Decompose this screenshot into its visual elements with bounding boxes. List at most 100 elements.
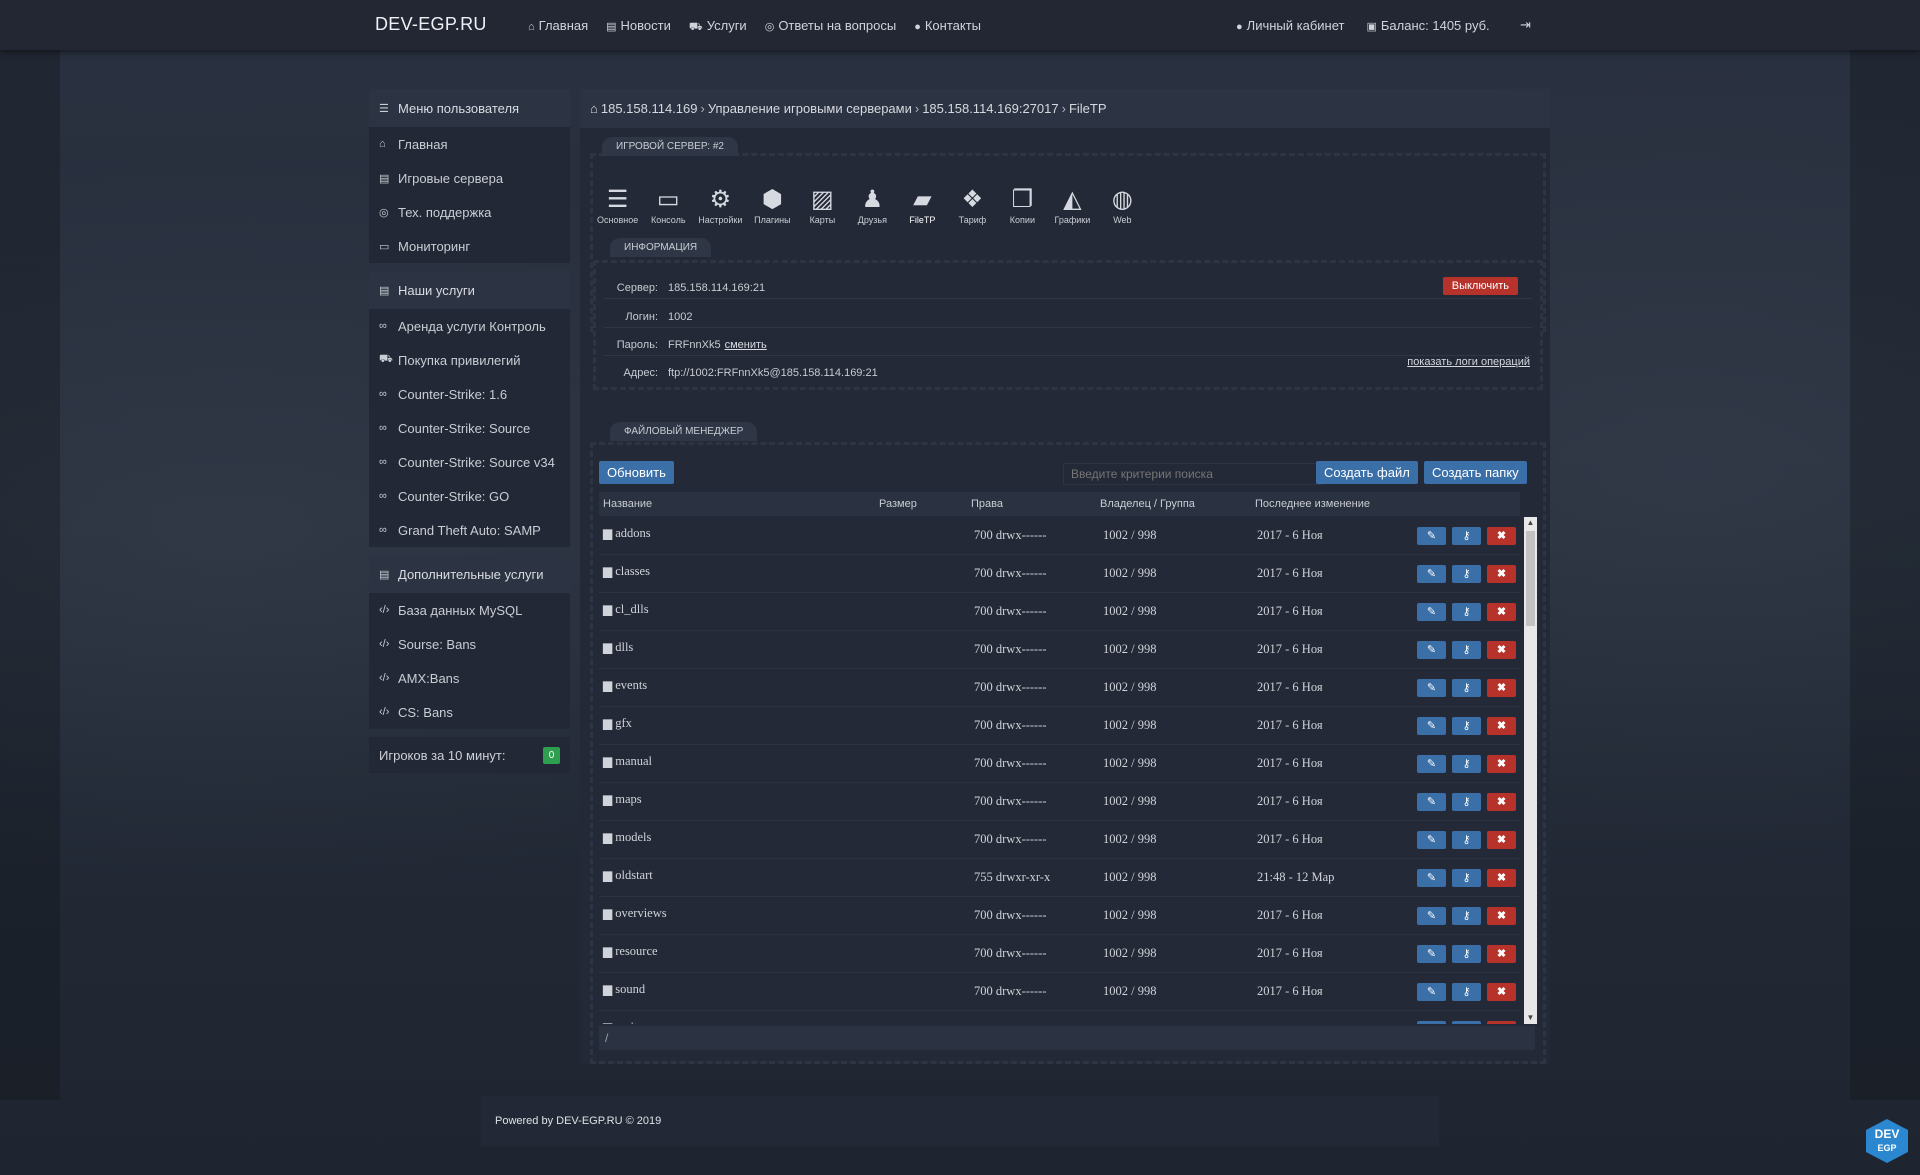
edit-button[interactable]: ✎ xyxy=(1417,1020,1446,1024)
file-name-cell[interactable]: ▆ addons xyxy=(603,526,651,541)
column-header[interactable]: Размер xyxy=(879,498,917,510)
table-row[interactable]: ▆ classes 700 drwx------ 1002 / 998 2017 - 6… xyxy=(599,555,1520,593)
home-icon[interactable]: ⌂ xyxy=(590,101,598,116)
edit-button[interactable]: ✎ xyxy=(1417,982,1446,1001)
sidebar-item-service[interactable]: ∞ Аренда услуги Контроль xyxy=(369,309,570,343)
permissions-button[interactable]: ⚷ xyxy=(1452,716,1481,735)
tool-tariff[interactable]: ❖ Тариф xyxy=(947,185,997,225)
permissions-button[interactable]: ⚷ xyxy=(1452,982,1481,1001)
show-logs-link[interactable]: показать логи операций xyxy=(1407,356,1530,368)
breadcrumb-item[interactable]: 185.158.114.169 xyxy=(601,101,698,116)
edit-button[interactable]: ✎ xyxy=(1417,678,1446,697)
table-row[interactable]: ▆ gfx 700 drwx------ 1002 / 998 2017 - 6 Ноя… xyxy=(599,707,1520,745)
create-folder-button[interactable]: Создать папку xyxy=(1424,461,1527,484)
edit-button[interactable]: ✎ xyxy=(1417,868,1446,887)
table-row[interactable]: ▆ models 700 drwx------ 1002 / 998 2017 - 6 … xyxy=(599,821,1520,859)
table-row[interactable]: ▆ maps 700 drwx------ 1002 / 998 2017 - 6 Но… xyxy=(599,783,1520,821)
permissions-button[interactable]: ⚷ xyxy=(1452,678,1481,697)
file-name-cell[interactable]: ▆ overviews xyxy=(603,906,667,921)
permissions-button[interactable]: ⚷ xyxy=(1452,792,1481,811)
delete-button[interactable]: ✖ xyxy=(1487,716,1516,735)
file-name-cell[interactable]: ▆ manual xyxy=(603,754,652,769)
sidebar-item-support[interactable]: ◎ Тех. поддержка xyxy=(369,195,570,229)
permissions-button[interactable]: ⚷ xyxy=(1452,906,1481,925)
nav-services[interactable]: ⛟ Услуги xyxy=(689,18,747,35)
table-row[interactable]: ▆ addons 700 drwx------ 1002 / 998 2017 - 6 … xyxy=(599,517,1520,555)
file-name-cell[interactable]: ▆ events xyxy=(603,678,647,693)
permissions-button[interactable]: ⚷ xyxy=(1452,944,1481,963)
table-row[interactable]: ▆ cl_dlls 700 drwx------ 1002 / 998 2017 - 6… xyxy=(599,593,1520,631)
file-name-cell[interactable]: ▆ classes xyxy=(603,564,650,579)
tool-backups[interactable]: ❐ Копии xyxy=(997,185,1047,225)
file-name-cell[interactable]: ▆ sound xyxy=(603,982,645,997)
scrollbar[interactable]: ▲ ▼ xyxy=(1524,517,1537,1024)
file-name-cell[interactable]: ▆ oldstart xyxy=(603,868,653,883)
sidebar-item-extra[interactable]: ‹/› AMX:Bans xyxy=(369,661,570,695)
edit-button[interactable]: ✎ xyxy=(1417,830,1446,849)
table-row[interactable]: ▆ resource 700 drwx------ 1002 / 998 2017 - … xyxy=(599,935,1520,973)
column-header[interactable]: Название xyxy=(603,498,652,510)
tool-plugins[interactable]: ⬢ Плагины xyxy=(747,185,797,225)
sidebar-item-service[interactable]: ∞ Grand Theft Auto: SAMP xyxy=(369,513,570,547)
delete-button[interactable]: ✖ xyxy=(1487,678,1516,697)
tool-web[interactable]: ◍ Web xyxy=(1097,185,1147,225)
tool-friends[interactable]: ♟ Друзья xyxy=(847,185,897,225)
shutdown-button[interactable]: Выключить xyxy=(1442,277,1518,295)
delete-button[interactable]: ✖ xyxy=(1487,906,1516,925)
brand-logo[interactable]: DEV-EGP.RU xyxy=(375,14,487,35)
sidebar-item-service[interactable]: ∞ Counter-Strike: GO xyxy=(369,479,570,513)
tool-main[interactable]: ☰ Основное xyxy=(592,185,643,225)
permissions-button[interactable]: ⚷ xyxy=(1452,754,1481,773)
delete-button[interactable]: ✖ xyxy=(1487,602,1516,621)
refresh-button[interactable]: Обновить xyxy=(599,461,674,484)
edit-button[interactable]: ✎ xyxy=(1417,526,1446,545)
sidebar-item-service[interactable]: ∞ Counter-Strike: 1.6 xyxy=(369,377,570,411)
column-header[interactable]: Владелец / Группа xyxy=(1100,498,1195,510)
sidebar-item-extra[interactable]: ‹/› CS: Bans xyxy=(369,695,570,729)
delete-button[interactable]: ✖ xyxy=(1487,526,1516,545)
file-name-cell[interactable]: ▆ models xyxy=(603,830,651,845)
edit-button[interactable]: ✎ xyxy=(1417,716,1446,735)
table-row[interactable]: ▆ manual 700 drwx------ 1002 / 998 2017 - 6 … xyxy=(599,745,1520,783)
file-name-cell[interactable]: ▆ maps xyxy=(603,792,642,807)
search-input[interactable] xyxy=(1063,463,1323,485)
tool-settings[interactable]: ⚙ Настройки xyxy=(693,185,747,225)
permissions-button[interactable]: ⚷ xyxy=(1452,830,1481,849)
table-row[interactable]: ▆ oldstart 755 drwxr-xr-x 1002 / 998 21:48 -… xyxy=(599,859,1520,897)
delete-button[interactable]: ✖ xyxy=(1487,944,1516,963)
logout-icon[interactable]: ⇥ xyxy=(1520,17,1531,33)
delete-button[interactable]: ✖ xyxy=(1487,830,1516,849)
nav-cabinet[interactable]: ● Личный кабинет xyxy=(1236,18,1344,33)
create-file-button[interactable]: Создать файл xyxy=(1316,461,1418,484)
file-name-cell[interactable]: ▆ cl_dlls xyxy=(603,602,649,617)
sidebar-item-extra[interactable]: ‹/› Sourse: Bans xyxy=(369,627,570,661)
sidebar-item-game-servers[interactable]: ▤ Игровые сервера xyxy=(369,161,570,195)
table-row[interactable]: ▆ overviews 700 drwx------ 1002 / 998 2017 -… xyxy=(599,897,1520,935)
tool-maps[interactable]: ▨ Карты xyxy=(797,185,847,225)
sidebar-item-service[interactable]: ⛟ Покупка привилегий xyxy=(369,343,570,377)
table-row[interactable]: ▆ dlls 700 drwx------ 1002 / 998 2017 - 6 Но… xyxy=(599,631,1520,669)
delete-button[interactable]: ✖ xyxy=(1487,1020,1516,1024)
delete-button[interactable]: ✖ xyxy=(1487,564,1516,583)
breadcrumb-item[interactable]: 185.158.114.169:27017 xyxy=(922,101,1058,116)
sidebar-item-service[interactable]: ∞ Counter-Strike: Source v34 xyxy=(369,445,570,479)
table-row[interactable]: ▆sprites 700 drwx- 1002 / 998 2017 - 6 Ноя ✎… xyxy=(599,1011,1520,1024)
sidebar-item-service[interactable]: ∞ Counter-Strike: Source xyxy=(369,411,570,445)
permissions-button[interactable]: ⚷ xyxy=(1452,1020,1481,1024)
delete-button[interactable]: ✖ xyxy=(1487,792,1516,811)
permissions-button[interactable]: ⚷ xyxy=(1452,868,1481,887)
edit-button[interactable]: ✎ xyxy=(1417,602,1446,621)
file-name-cell[interactable]: ▆ gfx xyxy=(603,716,632,731)
column-header[interactable]: Последнее изменение xyxy=(1255,498,1370,510)
edit-button[interactable]: ✎ xyxy=(1417,754,1446,773)
permissions-button[interactable]: ⚷ xyxy=(1452,602,1481,621)
tool-graphs[interactable]: ◭ Графики xyxy=(1047,185,1097,225)
table-row[interactable]: ▆ events 700 drwx------ 1002 / 998 2017 - 6 … xyxy=(599,669,1520,707)
edit-button[interactable]: ✎ xyxy=(1417,640,1446,659)
permissions-button[interactable]: ⚷ xyxy=(1452,640,1481,659)
file-name-cell[interactable]: ▆sprites xyxy=(603,1020,648,1024)
delete-button[interactable]: ✖ xyxy=(1487,868,1516,887)
nav-faq[interactable]: ◎ Ответы на вопросы xyxy=(765,18,897,35)
edit-button[interactable]: ✎ xyxy=(1417,944,1446,963)
scroll-down-icon[interactable]: ▼ xyxy=(1524,1012,1537,1024)
